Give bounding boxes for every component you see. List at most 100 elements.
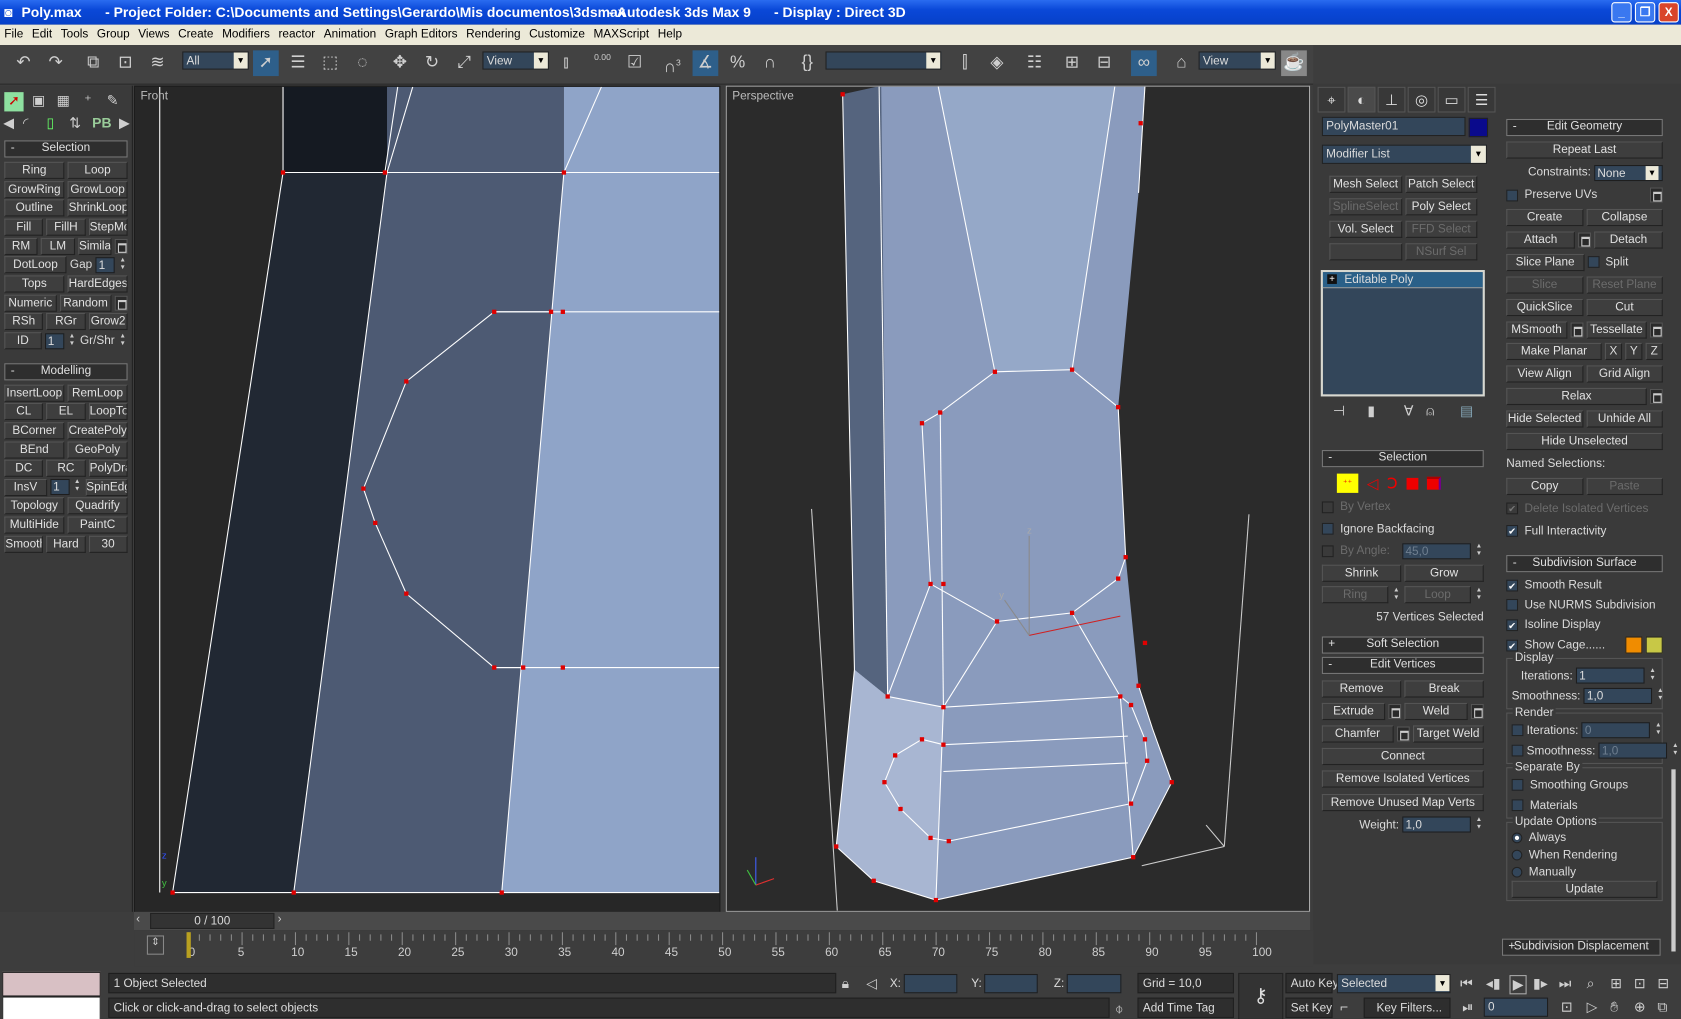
- selected-vertex[interactable]: [919, 737, 925, 742]
- time-slider-thumb[interactable]: 0 / 100: [150, 912, 275, 929]
- selected-vertex[interactable]: [1118, 694, 1123, 699]
- numeric-button[interactable]: Numeric: [4, 294, 57, 312]
- go-to-end-icon[interactable]: ⏭: [1559, 975, 1572, 992]
- show-cage-checkbox[interactable]: ✔ Show Cage......: [1506, 639, 1622, 652]
- spinner-arrows-icon[interactable]: ▲ ▼: [1671, 743, 1681, 759]
- remove-modifier-icon[interactable]: ⍝: [1420, 403, 1439, 420]
- schematic-view-icon[interactable]: ⊟: [1091, 50, 1117, 76]
- time-slider-next-icon[interactable]: ›: [278, 913, 282, 926]
- value-spinner[interactable]: 1 ▲ ▼: [49, 479, 82, 496]
- smooth-result-checkbox[interactable]: ✔ Smooth Result: [1506, 579, 1663, 592]
- selected-vertex[interactable]: [561, 170, 567, 175]
- selected-vertex[interactable]: [994, 619, 1000, 624]
- delete-isolated-vertices-checkbox[interactable]: ✔ Delete Isolated Vertices: [1506, 502, 1663, 515]
- hardedges-button[interactable]: HardEdges: [67, 275, 128, 293]
- selected-vertex[interactable]: [548, 309, 554, 314]
- tab-utilities[interactable]: ☰: [1467, 86, 1496, 113]
- key-mode-toggle-icon[interactable]: ⏯: [1462, 999, 1473, 1016]
- maximize-viewport-icon[interactable]: ⧉: [1657, 999, 1667, 1016]
- spinner-field[interactable]: 1: [49, 479, 70, 496]
- border-mode-icon[interactable]: Ↄ: [1387, 474, 1398, 492]
- cage-color-swatch[interactable]: [1625, 636, 1643, 654]
- set-key-button[interactable]: Set Key: [1285, 997, 1333, 1018]
- spinner-field[interactable]: 45,0: [1402, 542, 1471, 560]
- modifier-list-dropdown[interactable]: Modifier List ▼: [1321, 144, 1487, 164]
- stepmode-button[interactable]: StepMode: [88, 218, 128, 236]
- selected-vertex[interactable]: [885, 694, 890, 699]
- id-button[interactable]: ID: [4, 332, 42, 350]
- selected-vertex[interactable]: [1116, 576, 1121, 581]
- spinner-snap-icon[interactable]: ∩: [757, 50, 783, 76]
- looptools-button[interactable]: LoopTools: [88, 403, 128, 421]
- unlink-icon[interactable]: ⊡: [113, 50, 139, 76]
- absolute-mode-icon[interactable]: ◁: [866, 975, 877, 992]
- shrink-button[interactable]: Shrink: [1321, 564, 1402, 582]
- selected-vertex[interactable]: [938, 410, 943, 415]
- move-icon[interactable]: ✥: [387, 50, 413, 76]
- random-button[interactable]: Random: [59, 294, 112, 312]
- detach-button[interactable]: Detach: [1594, 231, 1663, 249]
- brush-icon[interactable]: ✎: [103, 92, 122, 111]
- grow2-button[interactable]: Grow2: [88, 313, 128, 331]
- spinner-field[interactable]: 0: [1581, 722, 1651, 739]
- weld-button[interactable]: Weld: [1404, 702, 1468, 720]
- layer-manager-icon[interactable]: ☷: [1022, 50, 1048, 76]
- front-viewport-canvas[interactable]: z y: [135, 86, 720, 913]
- enable-checkbox[interactable]: [1511, 724, 1524, 737]
- selected-vertex[interactable]: [1144, 758, 1150, 763]
- time-slider-track[interactable]: ‹ 0 / 100 ›: [134, 911, 1311, 931]
- value-spinner[interactable]: 1 ▲ ▼: [44, 332, 77, 349]
- pan-icon[interactable]: ✋︎: [1610, 999, 1618, 1016]
- vertex-mode-icon[interactable]: ⁺⁺: [1336, 473, 1359, 493]
- 30-button[interactable]: 30: [88, 535, 128, 553]
- target-weld-button[interactable]: Target Weld: [1412, 725, 1484, 743]
- checkbox-box[interactable]: ✔: [1506, 525, 1519, 537]
- perspective-viewport-label[interactable]: Perspective: [732, 90, 794, 103]
- checkbox-box[interactable]: [1587, 256, 1599, 269]
- extrude-button[interactable]: Extrude: [1321, 702, 1386, 720]
- percent-snap-icon[interactable]: %: [725, 50, 751, 76]
- polygon-mode-icon[interactable]: [1406, 477, 1418, 490]
- view-align-button[interactable]: View Align: [1506, 365, 1583, 383]
- unnamed-button[interactable]: [1329, 242, 1402, 260]
- max-script-listener-bottom[interactable]: [2, 996, 101, 1019]
- z-coordinate-field[interactable]: [1066, 973, 1122, 994]
- menu-maxscript[interactable]: MAXScript: [593, 28, 649, 41]
- tab-hierarchy[interactable]: ⊥: [1377, 86, 1406, 113]
- selected-vertex[interactable]: [941, 705, 946, 710]
- bend-button[interactable]: BEnd: [4, 441, 65, 459]
- menu-create[interactable]: Create: [178, 28, 213, 41]
- value-spinner[interactable]: ▲ ▼: [1392, 587, 1402, 603]
- selected-vertex[interactable]: [919, 421, 925, 426]
- tab-modify[interactable]: ◐: [1347, 86, 1376, 113]
- subdivision-displacement-rollout-header[interactable]: + Subdivision Displacement: [1501, 938, 1661, 956]
- spinner-field[interactable]: 1,0: [1402, 816, 1471, 833]
- split-checkbox[interactable]: Split: [1587, 256, 1663, 269]
- spinner-field[interactable]: 1: [1575, 667, 1645, 685]
- subdivision-surface-rollout-header[interactable]: - Subdivision Surface: [1506, 555, 1663, 573]
- selected-vertex[interactable]: [560, 665, 565, 670]
- scale-icon[interactable]: ⤢: [451, 50, 477, 76]
- align-icon[interactable]: ◈: [984, 50, 1010, 76]
- spinner-arrows-icon[interactable]: ▲ ▼: [67, 333, 77, 349]
- value-spinner[interactable]: ▲ ▼: [1474, 587, 1484, 603]
- select-tool-icon[interactable]: ➚: [4, 92, 24, 112]
- previous-frame-icon[interactable]: ◂▮: [1486, 975, 1501, 992]
- time-slider-prev-icon[interactable]: ‹: [136, 913, 140, 926]
- grid-icon[interactable]: ▦: [54, 92, 73, 111]
- ignore-backfacing-checkbox[interactable]: Ignore Backfacing: [1321, 523, 1484, 535]
- edit-vertices-rollout-header[interactable]: - Edit Vertices: [1321, 656, 1484, 674]
- selected-vertex[interactable]: [941, 581, 946, 587]
- gap-spinner[interactable]: Gap 1 ▲ ▼: [70, 256, 128, 273]
- insertloop-button[interactable]: InsertLoop: [4, 384, 65, 402]
- settings-box-icon[interactable]: [1570, 322, 1583, 338]
- spinner-field[interactable]: 1: [95, 256, 115, 273]
- checkbox-box[interactable]: ✔: [1506, 502, 1519, 515]
- play-icon[interactable]: ▶: [1509, 975, 1527, 995]
- scroll-left-icon[interactable]: ◀: [3, 115, 14, 132]
- spinner-arrows-icon[interactable]: ▲ ▼: [1653, 723, 1663, 739]
- time-configuration-icon[interactable]: ⊡: [1561, 999, 1573, 1016]
- geopoly-button[interactable]: GeoPoly: [67, 441, 128, 459]
- lm-button[interactable]: LM: [41, 237, 75, 255]
- growring-button[interactable]: GrowRing: [4, 180, 65, 198]
